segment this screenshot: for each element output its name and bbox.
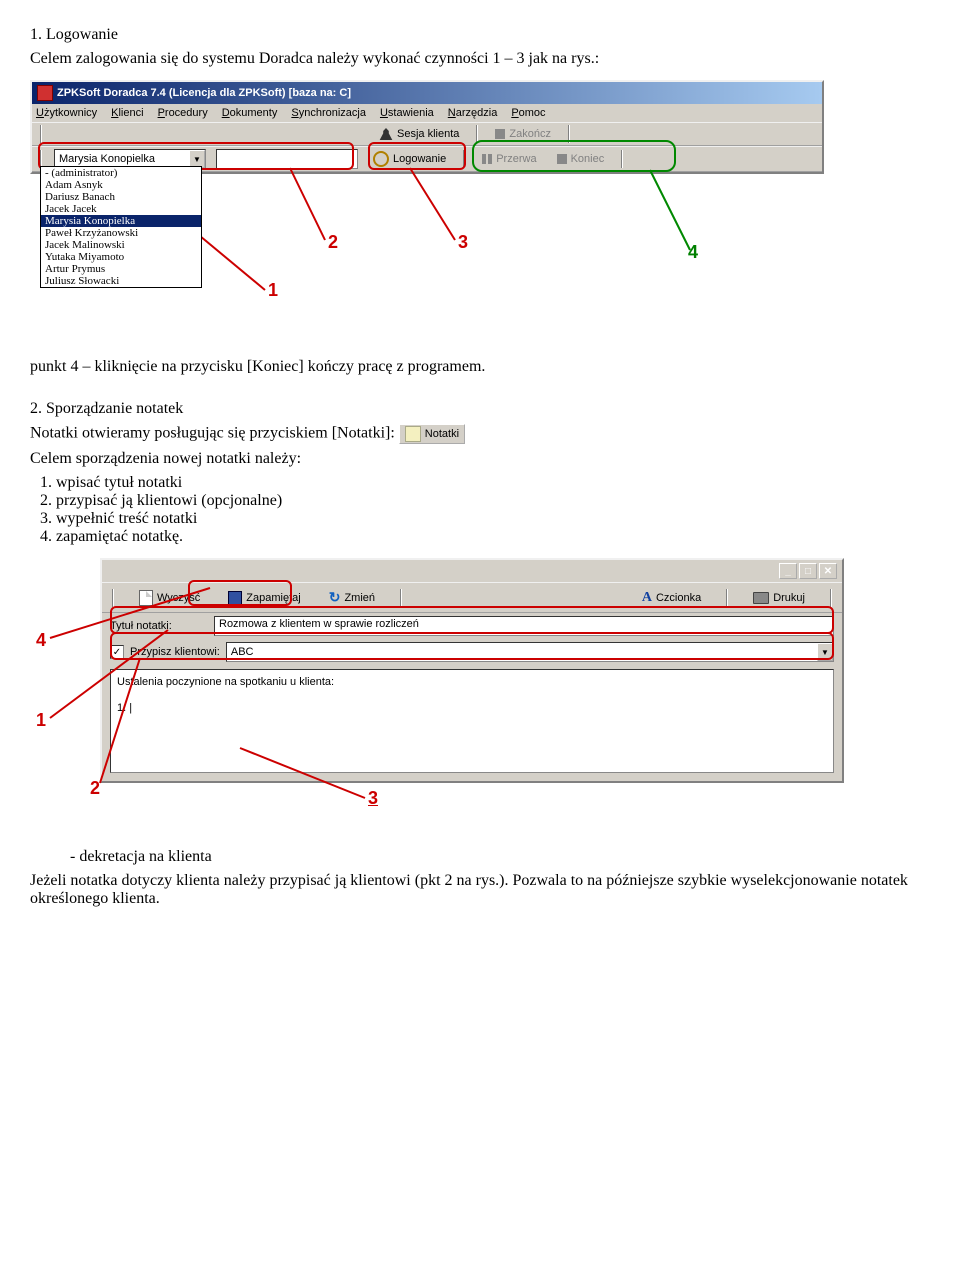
annotation-3: 3 <box>458 232 468 253</box>
body-line: 1. | <box>117 702 827 714</box>
password-input[interactable] <box>216 149 358 169</box>
zakoncz-button[interactable]: Zakończ <box>490 126 556 142</box>
text: Notatki otwieramy posługując się przycis… <box>30 425 399 442</box>
window-titlebar: ZPKSoft Doradca 7.4 (Licencja dla ZPKSof… <box>32 82 822 104</box>
menubar: Użytkownicy Klienci Procedury Dokumenty … <box>32 104 822 122</box>
notatki-chip-label: Notatki <box>425 428 459 440</box>
step-item: przypisać ją klientowi (opcjonalne) <box>56 492 930 510</box>
step-item: zapamiętać notatkę. <box>56 528 930 546</box>
refresh-icon: ↻ <box>329 589 341 606</box>
window-controls: _ □ ✕ <box>779 563 837 579</box>
list-item[interactable]: Dariusz Banach <box>41 191 201 203</box>
czcionka-button[interactable]: A Czcionka <box>637 588 706 608</box>
btn-label: Drukuj <box>773 592 805 604</box>
logowanie-label: Logowanie <box>393 153 446 165</box>
annotation-3: 3 <box>368 788 378 809</box>
przerwa-button[interactable]: Przerwa <box>477 151 541 167</box>
koniec-button[interactable]: Koniec <box>552 151 610 167</box>
step-item: wypełnić treść notatki <box>56 510 930 528</box>
section-1-heading: 1. Logowanie <box>30 26 930 44</box>
person-icon <box>379 128 393 140</box>
user-selected: Marysia Konopielka <box>55 153 189 165</box>
key-icon <box>373 151 389 167</box>
document-icon <box>139 590 153 606</box>
user-dropdown-list[interactable]: - (administrator) Adam Asnyk Dariusz Ban… <box>40 166 202 288</box>
menu-item[interactable]: Synchronizacja <box>291 107 366 119</box>
menu-item[interactable]: Ustawienia <box>380 107 434 119</box>
steps-list: wpisać tytuł notatki przypisać ją klient… <box>56 474 930 546</box>
przerwa-label: Przerwa <box>496 153 536 165</box>
menu-item[interactable]: Klienci <box>111 107 143 119</box>
section-3-heading: - dekretacja na klienta <box>70 848 930 866</box>
tytul-value: Rozmowa z klientem w sprawie rozliczeń <box>219 618 419 630</box>
tytul-label: Tytuł notatki: <box>110 620 208 632</box>
save-icon <box>228 591 242 605</box>
btn-label: Czcionka <box>656 592 701 604</box>
drukuj-button[interactable]: Drukuj <box>748 590 810 606</box>
pause-icon <box>482 154 492 164</box>
list-item[interactable]: Adam Asnyk <box>41 179 201 191</box>
btn-label: Wyczyść <box>157 592 200 604</box>
section-3-para: Jeżeli notatka dotyczy klienta należy pr… <box>30 872 930 908</box>
annotation-2: 2 <box>328 232 338 253</box>
section-2-line2: Celem sporządzenia nowej notatki należy: <box>30 450 930 468</box>
close-button[interactable]: ✕ <box>819 563 837 579</box>
przypisz-checkbox[interactable]: ✓ <box>110 645 124 659</box>
btn-label: Zmień <box>344 592 375 604</box>
annotation-2: 2 <box>90 778 100 799</box>
list-item[interactable]: Paweł Krzyżanowski <box>41 227 201 239</box>
list-item[interactable]: Jacek Jacek <box>41 203 201 215</box>
logowanie-button[interactable]: Logowanie <box>368 149 451 169</box>
note-body-textarea[interactable]: Ustalenia poczynione na spotkaniu u klie… <box>110 669 834 773</box>
przypisz-label: Przypisz klientowi: <box>130 646 220 658</box>
menu-item[interactable]: Narzędzia <box>448 107 498 119</box>
list-item-selected[interactable]: Marysia Konopielka <box>41 215 201 227</box>
maximize-button[interactable]: □ <box>799 563 817 579</box>
screenshot-1: ZPKSoft Doradca 7.4 (Licencja dla ZPKSof… <box>30 80 830 340</box>
app-icon <box>37 85 53 101</box>
list-item[interactable]: Artur Prymus <box>41 263 201 275</box>
annotation-1: 1 <box>268 280 278 301</box>
notes-icon <box>405 426 421 442</box>
menu-item[interactable]: Użytkownicy <box>36 107 97 119</box>
koniec-label: Koniec <box>571 153 605 165</box>
tytul-input[interactable]: Rozmowa z klientem w sprawie rozliczeń <box>214 616 834 636</box>
annotation-4: 4 <box>36 630 46 651</box>
section-1-intro: Celem zalogowania się do systemu Doradca… <box>30 50 930 68</box>
sesja-label: Sesja klienta <box>397 128 459 140</box>
zmien-button[interactable]: ↻ Zmień <box>324 587 380 608</box>
window-title: ZPKSoft Doradca 7.4 (Licencja dla ZPKSof… <box>57 87 351 99</box>
btn-label: Zapamiętaj <box>246 592 300 604</box>
menu-item[interactable]: Dokumenty <box>222 107 278 119</box>
przypisz-combobox[interactable]: ABC ▼ <box>226 642 834 662</box>
annotation-1: 1 <box>36 710 46 731</box>
przypisz-value: ABC <box>227 646 817 658</box>
font-icon: A <box>642 590 652 606</box>
section-1-caption: punkt 4 – kliknięcie na przycisku [Konie… <box>30 358 930 376</box>
zapamietaj-button[interactable]: Zapamiętaj <box>223 589 305 607</box>
notatki-button-chip[interactable]: Notatki <box>399 424 465 444</box>
list-item[interactable]: Juliusz Słowacki <box>41 275 201 287</box>
stop-icon <box>495 129 505 139</box>
menu-item[interactable]: Pomoc <box>511 107 545 119</box>
minimize-button[interactable]: _ <box>779 563 797 579</box>
list-item[interactable]: Jacek Malinowski <box>41 239 201 251</box>
section-2-heading: 2. Sporządzanie notatek <box>30 400 930 418</box>
chevron-down-icon[interactable]: ▼ <box>817 643 833 661</box>
section-2-line1: Notatki otwieramy posługując się przycis… <box>30 424 930 444</box>
annotation-4: 4 <box>688 242 698 263</box>
body-line: Ustalenia poczynione na spotkaniu u klie… <box>117 676 827 688</box>
stop-icon <box>557 154 567 164</box>
step-item: wpisać tytuł notatki <box>56 474 930 492</box>
list-item[interactable]: - (administrator) <box>41 167 201 179</box>
sesja-klienta-button[interactable]: Sesja klienta <box>374 126 464 142</box>
screenshot-2: _ □ ✕ Wyczyść Zapamiętaj ↻ Zmień A <box>30 558 850 818</box>
menu-item[interactable]: Procedury <box>158 107 208 119</box>
print-icon <box>753 592 769 604</box>
wyczysc-button[interactable]: Wyczyść <box>134 588 205 608</box>
list-item[interactable]: Yutaka Miyamoto <box>41 251 201 263</box>
zakoncz-label: Zakończ <box>509 128 551 140</box>
